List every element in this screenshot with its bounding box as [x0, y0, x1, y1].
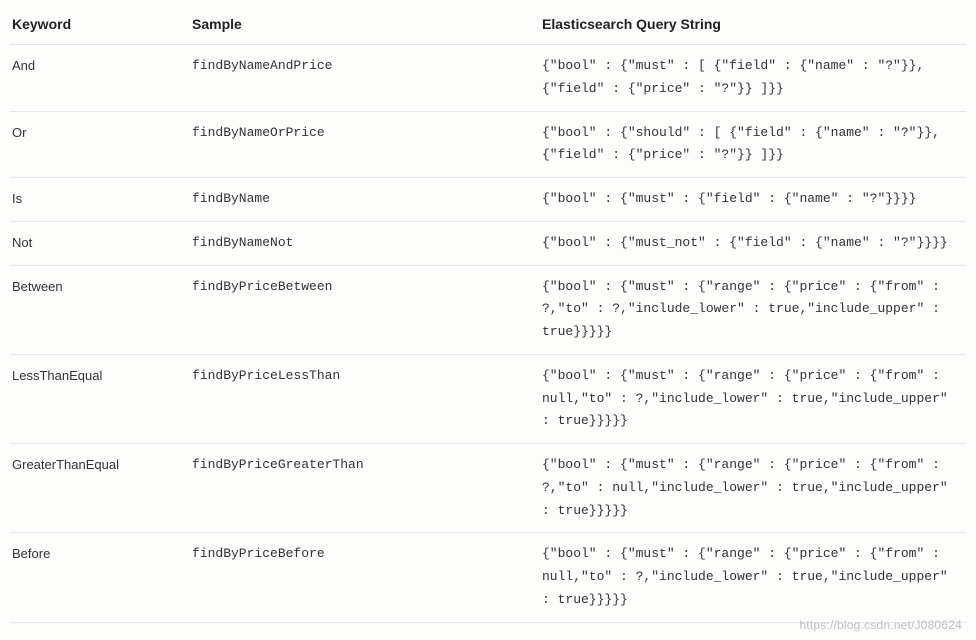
- cell-keyword: Or: [10, 111, 190, 178]
- cell-sample: findByPriceBefore: [190, 533, 540, 622]
- cell-sample: findByNameAndPrice: [190, 45, 540, 112]
- cell-query: {"bool" : {"must" : {"range" : {"price" …: [540, 444, 966, 533]
- table-header-row: Keyword Sample Elasticsearch Query Strin…: [10, 10, 966, 45]
- table-row: Not findByNameNot {"bool" : {"must_not" …: [10, 221, 966, 265]
- cell-keyword: Is: [10, 178, 190, 222]
- cell-keyword: Between: [10, 265, 190, 354]
- header-query: Elasticsearch Query String: [540, 10, 966, 45]
- cell-query: {"bool" : {"must" : {"field" : {"name" :…: [540, 178, 966, 222]
- cell-query: {"bool" : {"should" : [ {"field" : {"nam…: [540, 111, 966, 178]
- cell-sample: findByNameOrPrice: [190, 111, 540, 178]
- table-row: Is findByName {"bool" : {"must" : {"fiel…: [10, 178, 966, 222]
- table-row: And findByNameAndPrice {"bool" : {"must"…: [10, 45, 966, 112]
- cell-query: {"bool" : {"must" : {"range" : {"price" …: [540, 533, 966, 622]
- cell-query: {"bool" : {"must" : {"range" : {"price" …: [540, 354, 966, 443]
- cell-query: {"bool" : {"must" : [ {"field" : {"name"…: [540, 45, 966, 112]
- cell-keyword: Before: [10, 533, 190, 622]
- cell-sample: findByPriceBetween: [190, 265, 540, 354]
- header-keyword: Keyword: [10, 10, 190, 45]
- cell-sample: findByPriceGreaterThan: [190, 444, 540, 533]
- table-row: LessThanEqual findByPriceLessThan {"bool…: [10, 354, 966, 443]
- header-sample: Sample: [190, 10, 540, 45]
- cell-sample: findByNameNot: [190, 221, 540, 265]
- table-row: GreaterThanEqual findByPriceGreaterThan …: [10, 444, 966, 533]
- cell-sample: findByPriceLessThan: [190, 354, 540, 443]
- cell-keyword: LessThanEqual: [10, 354, 190, 443]
- cell-keyword: Not: [10, 221, 190, 265]
- table-row: Or findByNameOrPrice {"bool" : {"should"…: [10, 111, 966, 178]
- cell-keyword: GreaterThanEqual: [10, 444, 190, 533]
- table-row: Before findByPriceBefore {"bool" : {"mus…: [10, 533, 966, 622]
- cell-sample: findByName: [190, 178, 540, 222]
- cell-query: {"bool" : {"must" : {"range" : {"price" …: [540, 265, 966, 354]
- table-row: Between findByPriceBetween {"bool" : {"m…: [10, 265, 966, 354]
- cell-keyword: And: [10, 45, 190, 112]
- derived-queries-table: Keyword Sample Elasticsearch Query Strin…: [10, 10, 966, 623]
- table-container: Keyword Sample Elasticsearch Query Strin…: [0, 0, 976, 633]
- cell-query: {"bool" : {"must_not" : {"field" : {"nam…: [540, 221, 966, 265]
